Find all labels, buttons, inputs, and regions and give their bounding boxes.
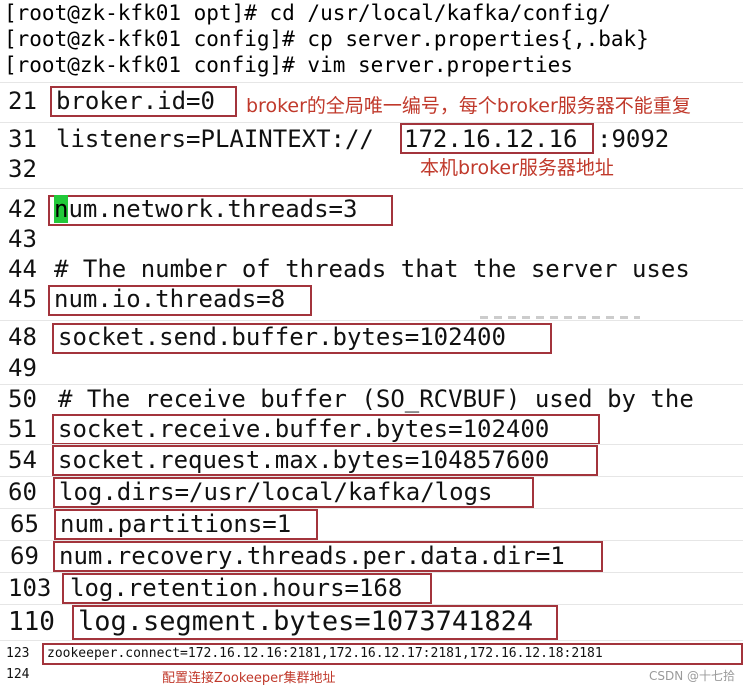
- editor-line-31: 31 listeners=PLAINTEXT:// 172.16.12.16 :…: [0, 122, 743, 189]
- code-comment-receive-buffer: # The receive buffer (SO_RCVBUF) used by…: [58, 385, 694, 413]
- line-number: 51: [8, 415, 37, 443]
- editor-lines-50-51: 50 # The receive buffer (SO_RCVBUF) used…: [0, 384, 743, 445]
- code-segment-bytes: log.segment.bytes=1073741824: [78, 606, 534, 637]
- editor-lines-123-124: 123 zookeeper.connect=172.16.12.16:2181,…: [0, 640, 743, 689]
- code-send-buffer: socket.send.buffer.bytes=102400: [58, 323, 506, 351]
- code-network-threads: num.network.threads=3: [54, 195, 357, 223]
- code-recovery-threads: num.recovery.threads.per.data.dir=1: [59, 542, 565, 570]
- code-retention-hours: log.retention.hours=168: [70, 574, 403, 602]
- code-log-dirs: log.dirs=/usr/local/kafka/logs: [59, 478, 493, 506]
- line-number: 44: [8, 255, 37, 283]
- line-number: 45: [8, 285, 37, 313]
- terminal-command-cp: [root@zk-kfk01 config]# cp server.proper…: [4, 27, 649, 51]
- line-number: 103: [8, 574, 52, 602]
- code-network-threads-text: um.network.threads=3: [68, 195, 358, 223]
- editor-line-65: 65 num.partitions=1: [0, 508, 743, 541]
- cursor: n: [54, 195, 69, 223]
- line-number: 65: [10, 510, 39, 538]
- line-number: 32: [8, 155, 37, 183]
- line-number: 42: [8, 195, 37, 223]
- code-listeners-prefix: listeners=PLAINTEXT://: [56, 125, 374, 153]
- code-receive-buffer: socket.receive.buffer.bytes=102400: [58, 415, 550, 443]
- line-number: 31: [8, 125, 37, 153]
- code-io-threads: num.io.threads=8: [54, 285, 286, 313]
- line-number: 54: [8, 446, 37, 474]
- code-comment-threads: # The number of threads that the server …: [54, 255, 690, 283]
- line-number: 124: [6, 667, 30, 682]
- code-broker-id: broker.id=0: [56, 87, 215, 115]
- code-num-partitions: num.partitions=1: [60, 510, 292, 538]
- editor-line-60: 60 log.dirs=/usr/local/kafka/logs: [0, 476, 743, 509]
- editor-line-103: 103 log.retention.hours=168: [0, 572, 743, 605]
- annotation-listener-ip: 本机broker服务器地址: [420, 157, 614, 179]
- line-number: 43: [8, 225, 37, 253]
- clipped-text-remnant: [480, 316, 640, 319]
- code-zookeeper-connect: zookeeper.connect=172.16.12.16:2181,172.…: [47, 646, 603, 661]
- line-number: 50: [8, 385, 37, 413]
- editor-line-110: 110 log.segment.bytes=1073741824: [0, 604, 743, 641]
- line-number: 60: [8, 478, 37, 506]
- code-listener-ip: 172.16.12.16: [404, 125, 578, 153]
- editor-lines-42-45: 42 num.network.threads=3 43 44 # The num…: [0, 188, 743, 321]
- line-number: 123: [6, 646, 30, 661]
- editor-line-69: 69 num.recovery.threads.per.data.dir=1: [0, 540, 743, 573]
- terminal-command-vim: [root@zk-kfk01 config]# vim server.prope…: [4, 53, 573, 77]
- line-number: 49: [8, 354, 37, 382]
- editor-line-21: 21 broker.id=0 broker的全局唯一编号，每个broker服务器…: [0, 82, 743, 123]
- watermark: CSDN @十七拾: [648, 669, 735, 683]
- line-number: 48: [8, 323, 37, 351]
- code-request-max-bytes: socket.request.max.bytes=104857600: [58, 446, 550, 474]
- annotation-zookeeper: 配置连接Zookeeper集群地址: [162, 671, 336, 686]
- annotation-broker-id: broker的全局唯一编号，每个broker服务器不能重复: [246, 95, 691, 117]
- editor-lines-48-49: 48 socket.send.buffer.bytes=102400 49: [0, 320, 743, 385]
- line-number: 110: [8, 607, 55, 637]
- editor-line-54: 54 socket.request.max.bytes=104857600: [0, 444, 743, 477]
- line-number: 21: [8, 87, 37, 115]
- terminal-command-cd: [root@zk-kfk01 opt]# cd /usr/local/kafka…: [4, 1, 611, 25]
- line-number: 69: [10, 542, 39, 570]
- code-listener-port: :9092: [597, 125, 670, 153]
